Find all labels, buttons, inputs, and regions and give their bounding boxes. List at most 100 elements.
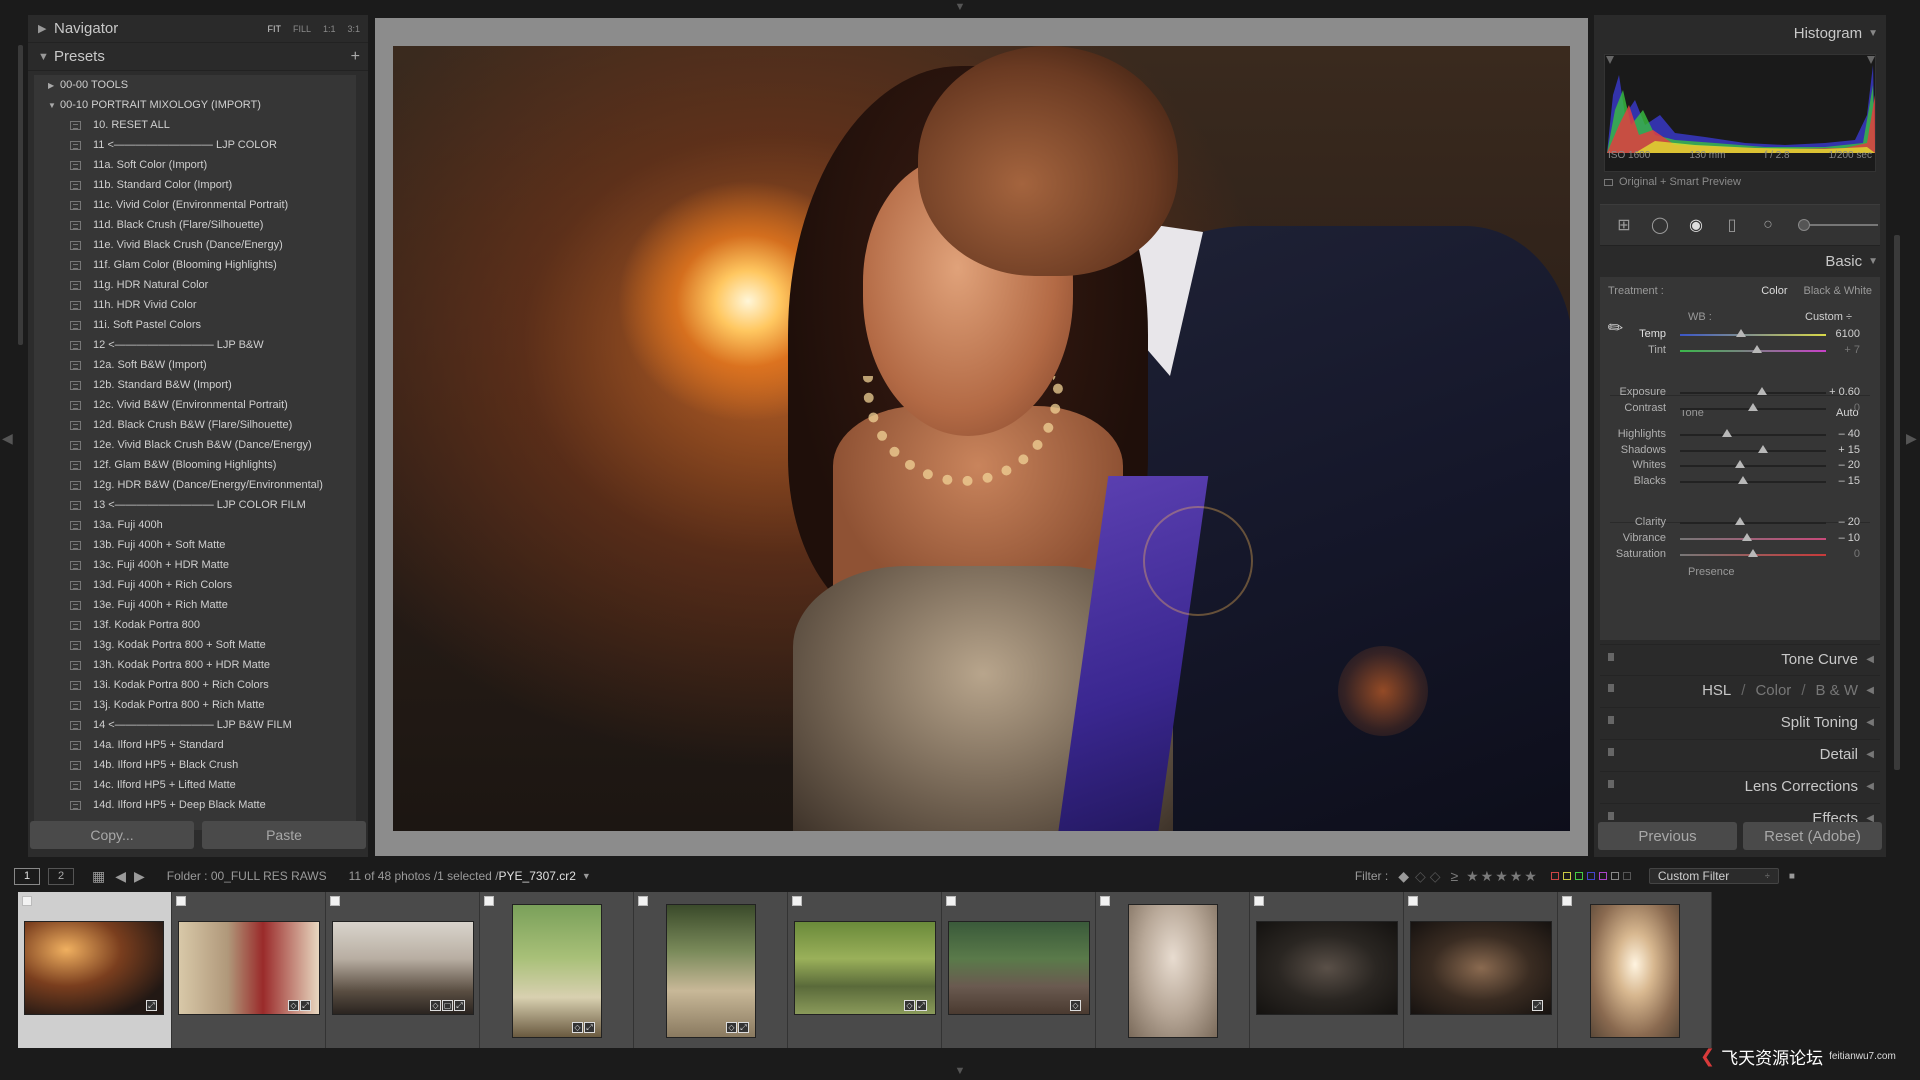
bottom-panel-toggle-icon[interactable]: ▼: [952, 1066, 968, 1077]
temp-value[interactable]: 6100: [1810, 328, 1860, 340]
detail-section[interactable]: Detail ◀: [1600, 739, 1880, 769]
histogram-header[interactable]: Histogram ▼: [1794, 23, 1878, 43]
left-panel-toggle-icon[interactable]: ◀: [2, 428, 13, 448]
filename-dropdown-icon[interactable]: ▼: [582, 871, 591, 881]
flag-filter-icon[interactable]: ◆: [1398, 868, 1409, 885]
flag-filter-rejected-icon[interactable]: ◇: [1430, 868, 1441, 885]
thumbnail[interactable]: [1128, 904, 1218, 1038]
bw-tab[interactable]: B & W: [1815, 682, 1858, 699]
preset-item[interactable]: 11f. Glam Color (Blooming Highlights): [34, 255, 356, 275]
treatment-color-option[interactable]: Color: [1761, 285, 1787, 297]
zoom-fill[interactable]: FILL: [293, 24, 311, 34]
preset-item[interactable]: 11g. HDR Natural Color: [34, 275, 356, 295]
expand-triangle-icon[interactable]: ◀: [1866, 717, 1874, 728]
blacks-slider-knob[interactable]: [1737, 476, 1748, 484]
saturation-slider-knob[interactable]: [1748, 549, 1758, 557]
filmstrip-cell[interactable]: ◇ ⤢: [634, 892, 788, 1048]
preset-item[interactable]: 11b. Standard Color (Import): [34, 175, 356, 195]
right-panel-toggle-icon[interactable]: ▶: [1906, 428, 1917, 448]
folder-expand-icon[interactable]: ▶: [48, 81, 60, 90]
shadows-slider[interactable]: [1680, 445, 1826, 453]
right-panel-scrollbar[interactable]: [1894, 235, 1900, 770]
collapse-triangle-icon[interactable]: ▼: [1868, 256, 1878, 267]
whites-slider[interactable]: [1680, 460, 1826, 468]
tint-value[interactable]: + 7: [1810, 344, 1860, 356]
preset-item[interactable]: 10. RESET ALL: [34, 115, 356, 135]
filmstrip-cell[interactable]: ◇ ▢ ⤢: [326, 892, 480, 1048]
split-toning-section[interactable]: Split Toning ◀: [1600, 707, 1880, 737]
tint-slider[interactable]: [1680, 345, 1826, 353]
tone-curve-section[interactable]: Tone Curve ◀: [1600, 644, 1880, 674]
preset-item[interactable]: 12g. HDR B&W (Dance/Energy/Environmental…: [34, 475, 356, 495]
preset-item[interactable]: 13j. Kodak Portra 800 + Rich Matte: [34, 695, 356, 715]
shadows-slider-knob[interactable]: [1758, 445, 1769, 453]
pick-flag-icon[interactable]: [792, 896, 802, 906]
filmstrip-cell[interactable]: ⤢: [1404, 892, 1558, 1048]
current-filename[interactable]: PYE_7307.cr2: [499, 869, 576, 883]
preset-item[interactable]: 13c. Fuji 400h + HDR Matte: [34, 555, 356, 575]
lens-corrections-section[interactable]: Lens Corrections ◀: [1600, 771, 1880, 801]
graduated-filter-icon[interactable]: ▯: [1720, 213, 1744, 237]
section-switch[interactable]: [1608, 748, 1614, 756]
preset-item[interactable]: 11a. Soft Color (Import): [34, 155, 356, 175]
preset-item[interactable]: 14 <————————— LJP B&W FILM: [34, 715, 356, 735]
preset-item[interactable]: 13f. Kodak Portra 800: [34, 615, 356, 635]
filmstrip-cell[interactable]: ◇ ⤢: [172, 892, 326, 1048]
red-label-square[interactable]: [1550, 872, 1559, 880]
filmstrip-cell[interactable]: ◇ ⤢: [480, 892, 634, 1048]
preset-item[interactable]: 13g. Kodak Portra 800 + Soft Matte: [34, 635, 356, 655]
tint-slider-knob[interactable]: [1752, 345, 1763, 353]
whites-slider-knob[interactable]: [1734, 460, 1745, 468]
spot-removal-icon[interactable]: ◯: [1648, 213, 1672, 237]
thumbnail[interactable]: [948, 921, 1090, 1015]
thumbnail[interactable]: [1410, 921, 1552, 1015]
copy-button[interactable]: Copy...: [30, 821, 194, 849]
filmstrip-cell[interactable]: ◇: [942, 892, 1096, 1048]
exposure-slider[interactable]: [1680, 387, 1826, 395]
previous-button[interactable]: Previous: [1598, 822, 1737, 850]
add-preset-icon[interactable]: +: [351, 48, 360, 66]
back-arrow-icon[interactable]: ◀: [115, 868, 126, 885]
blue-label-square[interactable]: [1586, 872, 1595, 880]
hsl-tab[interactable]: HSL: [1702, 682, 1731, 699]
pick-flag-icon[interactable]: [1100, 896, 1110, 906]
grid-view-icon[interactable]: ▦: [92, 868, 105, 885]
collapse-triangle-icon[interactable]: ▼: [38, 51, 54, 63]
pick-flag-icon[interactable]: [1562, 896, 1572, 906]
contrast-slider[interactable]: [1680, 403, 1826, 411]
exposure-value[interactable]: + 0.60: [1810, 386, 1860, 398]
filter-lock-icon[interactable]: ■: [1789, 871, 1795, 882]
highlights-slider-knob[interactable]: [1721, 429, 1732, 437]
filmstrip-cell[interactable]: [1558, 892, 1712, 1048]
pick-flag-icon[interactable]: [946, 896, 956, 906]
preset-folder[interactable]: ▶ 00-00 TOOLS: [34, 75, 356, 95]
preset-item[interactable]: 12b. Standard B&W (Import): [34, 375, 356, 395]
no-label-square[interactable]: [1622, 872, 1631, 880]
main-monitor-button[interactable]: 1: [14, 867, 40, 885]
pick-flag-icon[interactable]: [22, 896, 32, 906]
preset-item[interactable]: 11d. Black Crush (Flare/Silhouette): [34, 215, 356, 235]
preset-item[interactable]: 13i. Kodak Portra 800 + Rich Colors: [34, 675, 356, 695]
red-eye-icon[interactable]: ◉: [1684, 213, 1708, 237]
contrast-value[interactable]: 0: [1810, 402, 1860, 414]
flag-filter-unflagged-icon[interactable]: ◇: [1415, 868, 1426, 885]
expand-triangle-icon[interactable]: ◀: [1866, 685, 1874, 696]
preset-item[interactable]: 13 <————————— LJP COLOR FILM: [34, 495, 356, 515]
preset-item[interactable]: 14c. Ilford HP5 + Lifted Matte: [34, 775, 356, 795]
blacks-value[interactable]: – 15: [1810, 475, 1860, 487]
contrast-slider-knob[interactable]: [1748, 403, 1758, 411]
preset-item[interactable]: 13a. Fuji 400h: [34, 515, 356, 535]
section-switch[interactable]: [1608, 716, 1614, 724]
pick-flag-icon[interactable]: [484, 896, 494, 906]
preset-item[interactable]: 13e. Fuji 400h + Rich Matte: [34, 595, 356, 615]
preset-item[interactable]: 14b. Ilford HP5 + Black Crush: [34, 755, 356, 775]
thumbnail[interactable]: [1590, 904, 1680, 1038]
radial-filter-icon[interactable]: ○: [1756, 213, 1780, 237]
paste-button[interactable]: Paste: [202, 821, 366, 849]
presets-list[interactable]: ▶ 00-00 TOOLS ▼ 00-10 PORTRAIT MIXOLOGY …: [34, 75, 356, 830]
clarity-slider-knob[interactable]: [1734, 517, 1745, 525]
clarity-value[interactable]: – 20: [1810, 516, 1860, 528]
vibrance-slider[interactable]: [1680, 533, 1826, 541]
zoom-3-1[interactable]: 3:1: [347, 24, 360, 34]
thumbnail[interactable]: [1256, 921, 1398, 1015]
